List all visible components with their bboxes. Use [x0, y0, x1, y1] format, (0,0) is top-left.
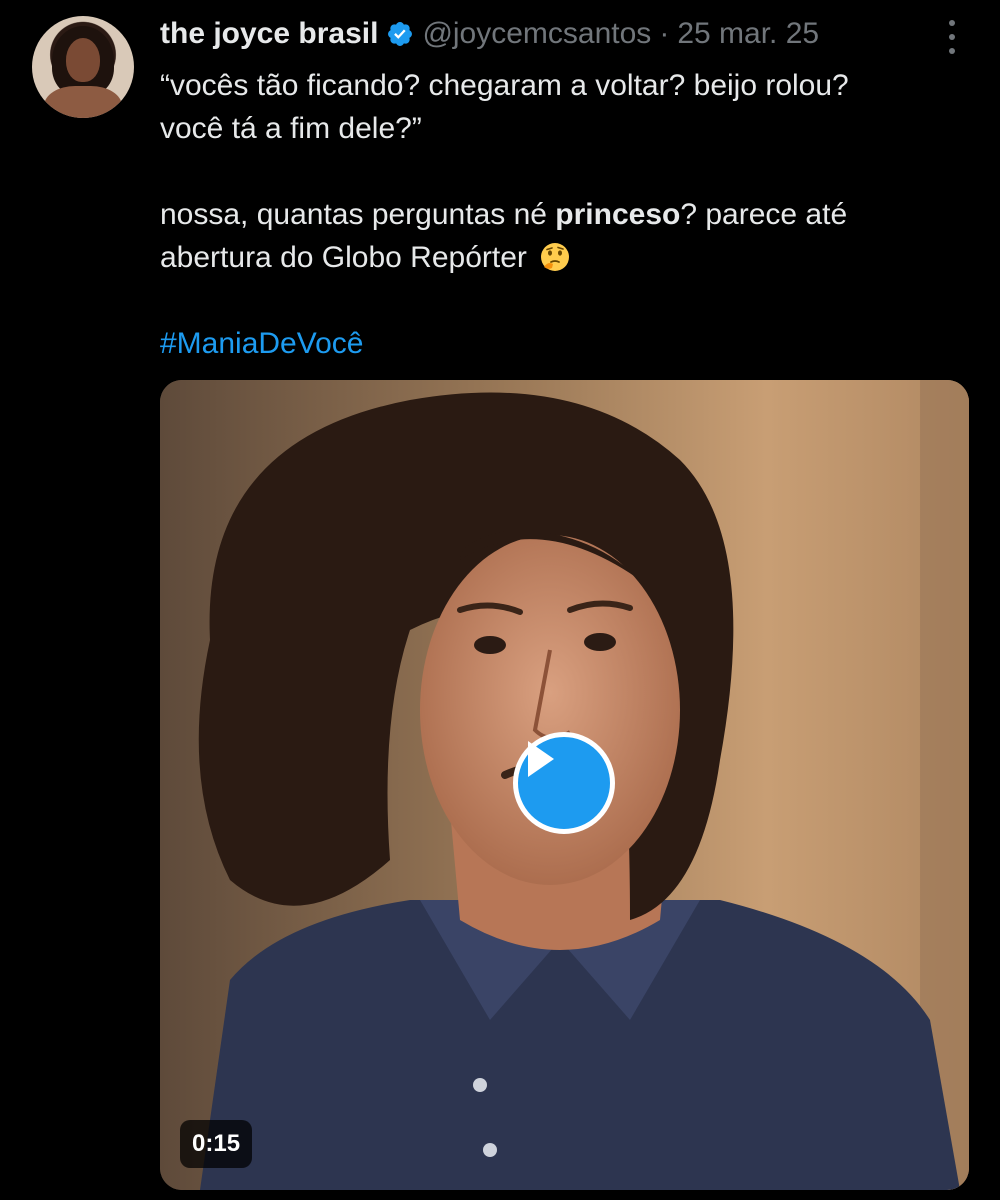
- avatar-face: [66, 38, 100, 82]
- more-dot: [949, 20, 955, 26]
- verified-badge-icon: [388, 22, 413, 46]
- video-player[interactable]: 0:15: [160, 380, 969, 1190]
- tweet-line-3-start: nossa, quantas perguntas né: [160, 198, 556, 231]
- tweet-line-4: abertura do Globo Repórter: [160, 236, 960, 279]
- tweet-header: the joyce brasil @joycemcsantos · 25 mar…: [160, 14, 930, 54]
- tweet-line-3: nossa, quantas perguntas né princeso? pa…: [160, 193, 960, 236]
- tweet-line-1: “vocês tão ficando? chegaram a voltar? b…: [160, 69, 849, 102]
- tweet-date[interactable]: 25 mar. 25: [677, 14, 819, 54]
- tweet-line-2: você tá a fim dele?”: [160, 112, 422, 145]
- more-dot: [949, 48, 955, 54]
- thinking-face-emoji: [541, 243, 570, 271]
- video-duration-badge: 0:15: [180, 1120, 253, 1168]
- tweet: the joyce brasil @joycemcsantos · 25 mar…: [0, 0, 1000, 1200]
- header-separator: ·: [659, 17, 670, 50]
- avatar-body: [44, 86, 122, 118]
- user-handle[interactable]: @joycemcsantos: [422, 14, 651, 54]
- tweet-bold-word: princeso: [555, 198, 681, 231]
- tweet-line-3-end: ? parece até: [680, 198, 848, 231]
- more-options-icon[interactable]: [944, 20, 960, 54]
- hashtag-link[interactable]: #ManiaDeVocê: [160, 327, 363, 360]
- more-dot: [949, 34, 955, 40]
- play-icon: [528, 741, 554, 777]
- tweet-text: “vocês tão ficando? chegaram a voltar? b…: [160, 64, 960, 365]
- display-name[interactable]: the joyce brasil: [160, 14, 378, 54]
- tweet-line-4-text: abertura do Globo Repórter: [160, 241, 527, 274]
- avatar[interactable]: [32, 16, 134, 118]
- play-button[interactable]: [513, 732, 615, 834]
- tweet-hashtag-line: #ManiaDeVocê: [160, 322, 960, 365]
